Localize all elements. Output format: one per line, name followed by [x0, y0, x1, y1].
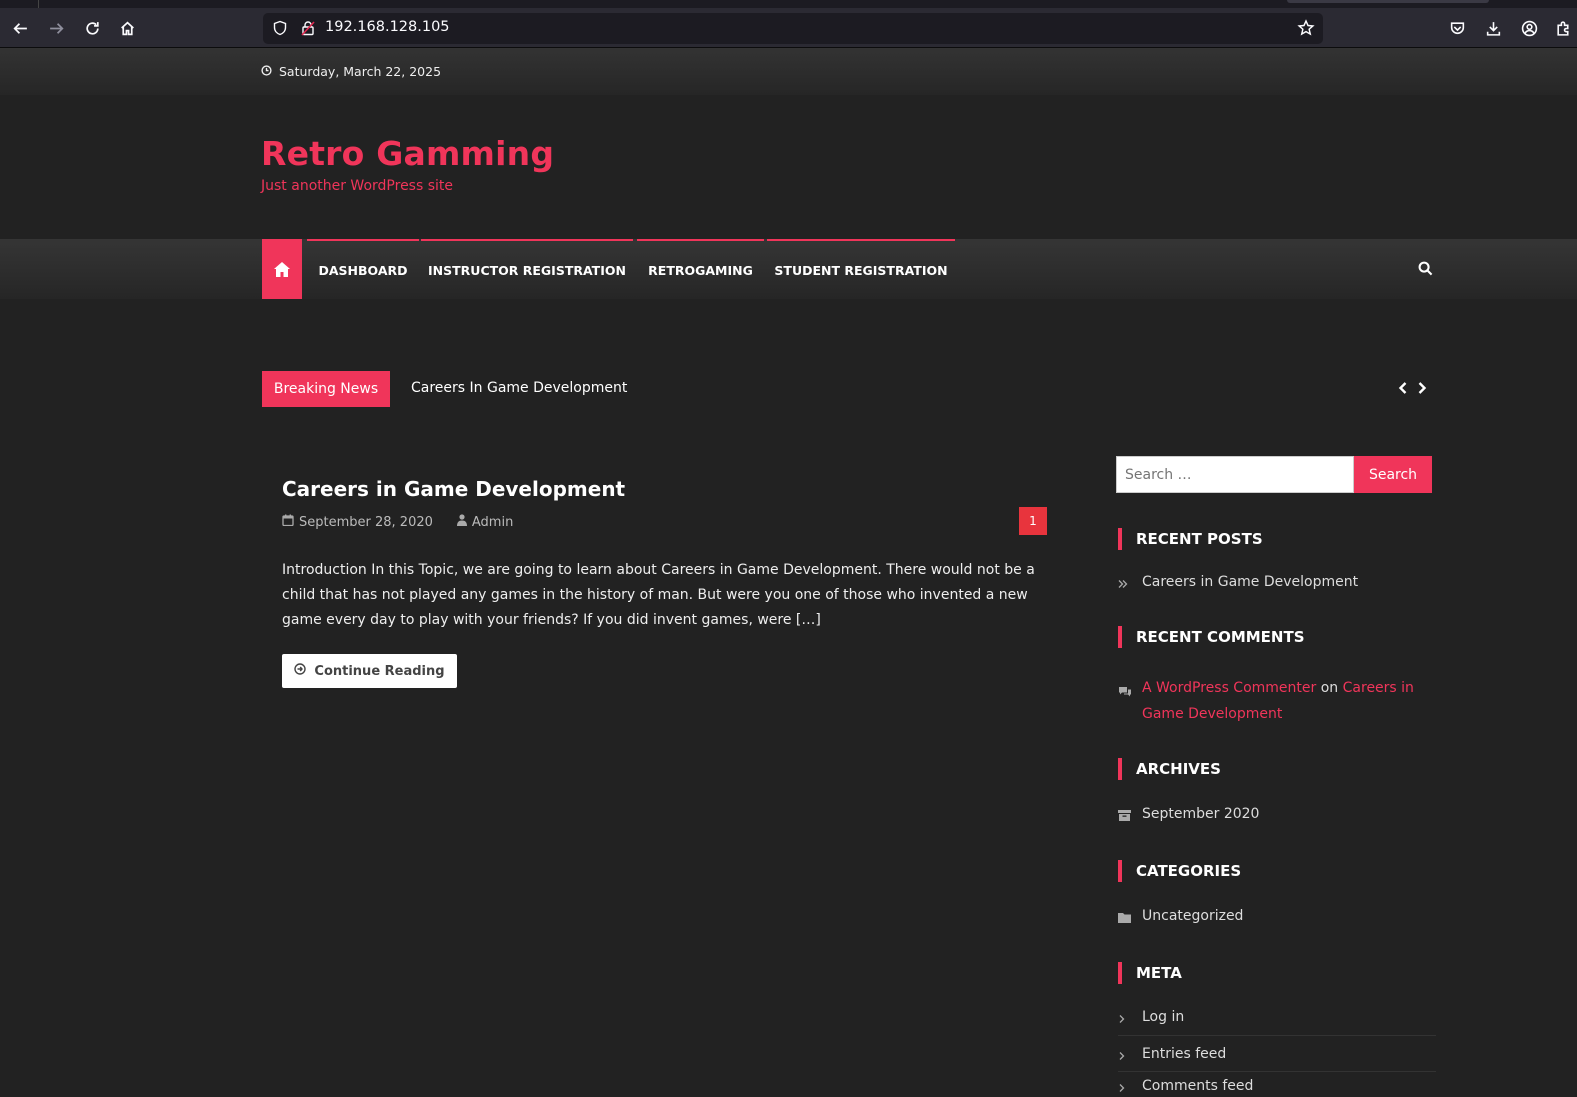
- meta-item[interactable]: Comments feed: [1118, 1078, 1253, 1097]
- top-info-bar: Saturday, March 22, 2025: [0, 48, 1577, 95]
- tab-hint: [1287, 0, 1489, 3]
- meta-item[interactable]: Entries feed: [1118, 1046, 1226, 1065]
- post-author[interactable]: Admin: [472, 515, 513, 530]
- date-text: Saturday, March 22, 2025: [279, 64, 442, 79]
- home-icon[interactable]: [113, 14, 141, 42]
- sidebar-search-button[interactable]: Search: [1354, 456, 1432, 493]
- arrow-circle-right-icon: [294, 663, 307, 679]
- recent-comments-title: RECENT COMMENTS: [1118, 626, 1305, 648]
- continue-reading-button[interactable]: Continue Reading: [282, 654, 457, 688]
- chevron-right-icon: [1118, 1009, 1132, 1028]
- comment-on-text: on: [1320, 680, 1339, 696]
- pocket-icon[interactable]: [1443, 14, 1471, 42]
- downloads-icon[interactable]: [1479, 14, 1507, 42]
- breaking-news-label: Breaking News: [262, 371, 390, 407]
- breaking-news-headline[interactable]: Careers In Game Development: [411, 380, 627, 396]
- meta-item[interactable]: Log in: [1118, 1009, 1184, 1028]
- url-text[interactable]: 192.168.128.105: [325, 19, 450, 35]
- account-icon[interactable]: [1515, 14, 1543, 42]
- archive-item[interactable]: September 2020: [1118, 806, 1259, 825]
- meta-title: META: [1118, 962, 1182, 984]
- shield-icon[interactable]: [272, 20, 288, 40]
- meta-divider: [1118, 1071, 1436, 1072]
- main-navigation: DASHBOARD INSTRUCTOR REGISTRATION RETROG…: [0, 239, 1577, 299]
- comment-post-link-part1[interactable]: Careers in: [1343, 680, 1414, 696]
- nav-item-instructor-registration[interactable]: INSTRUCTOR REGISTRATION: [421, 239, 633, 299]
- archives-title: ARCHIVES: [1118, 758, 1221, 780]
- post-meta: September 28, 2020 Admin: [282, 514, 513, 530]
- extensions-icon[interactable]: [1549, 14, 1577, 42]
- comment-author-link[interactable]: A WordPress Commenter: [1142, 680, 1316, 696]
- home-icon: [274, 261, 290, 277]
- comment-post-link-part2[interactable]: Game Development: [1142, 706, 1282, 722]
- clock-icon: [261, 64, 272, 79]
- meta-login-link[interactable]: Log in: [1142, 1009, 1184, 1025]
- chevron-right-icon[interactable]: [1416, 380, 1428, 399]
- forward-icon[interactable]: [42, 14, 70, 42]
- meta-entries-feed-link[interactable]: Entries feed: [1142, 1046, 1226, 1062]
- chevron-left-icon[interactable]: [1397, 380, 1409, 399]
- sidebar-search-input[interactable]: [1116, 456, 1354, 493]
- nav-home-button[interactable]: [262, 239, 302, 299]
- search-icon[interactable]: [1418, 261, 1433, 280]
- comment-count-badge[interactable]: 1: [1019, 507, 1047, 535]
- nav-item-dashboard[interactable]: DASHBOARD: [307, 239, 419, 299]
- nav-item-retrogaming[interactable]: RETROGAMING: [637, 239, 764, 299]
- meta-comments-feed-link[interactable]: Comments feed: [1142, 1078, 1253, 1094]
- post-title[interactable]: Careers in Game Development: [282, 477, 625, 501]
- post-date[interactable]: September 28, 2020: [299, 515, 433, 530]
- recent-post-item[interactable]: Careers in Game Development: [1118, 574, 1358, 593]
- archive-box-icon: [1118, 806, 1132, 825]
- continue-reading-label: Continue Reading: [314, 663, 445, 679]
- recent-posts-title: RECENT POSTS: [1118, 528, 1263, 550]
- meta-divider: [1118, 1035, 1436, 1036]
- categories-title: CATEGORIES: [1118, 860, 1241, 882]
- folder-icon: [1118, 908, 1132, 927]
- browser-toolbar: 192.168.128.105: [0, 8, 1577, 48]
- reload-icon[interactable]: [78, 14, 106, 42]
- chevron-right-icon: [1118, 1046, 1132, 1065]
- tab-strip: [0, 0, 1577, 8]
- site-description: Just another WordPress site: [261, 178, 454, 194]
- double-chevron-right-icon: [1118, 574, 1132, 593]
- insecure-lock-icon[interactable]: [300, 20, 316, 40]
- current-date: Saturday, March 22, 2025: [261, 64, 441, 79]
- user-icon: [456, 514, 467, 530]
- comments-icon: [1118, 675, 1132, 707]
- category-link[interactable]: Uncategorized: [1142, 908, 1243, 924]
- calendar-icon: [282, 514, 294, 530]
- url-bar[interactable]: 192.168.128.105: [263, 13, 1323, 44]
- post-excerpt: Introduction In this Topic, we are going…: [282, 562, 1035, 628]
- recent-post-link[interactable]: Careers in Game Development: [1142, 574, 1358, 590]
- nav-item-student-registration[interactable]: STUDENT REGISTRATION: [767, 239, 955, 299]
- tab-separator: [38, 0, 39, 8]
- chevron-right-icon: [1118, 1078, 1132, 1097]
- bookmark-star-icon[interactable]: [1297, 19, 1315, 41]
- site-title[interactable]: Retro Gamming: [261, 134, 554, 173]
- recent-comment-item: A WordPress Commenter on Careers in Game…: [1118, 675, 1414, 727]
- archive-link[interactable]: September 2020: [1142, 806, 1259, 822]
- back-icon[interactable]: [6, 14, 34, 42]
- category-item[interactable]: Uncategorized: [1118, 908, 1243, 927]
